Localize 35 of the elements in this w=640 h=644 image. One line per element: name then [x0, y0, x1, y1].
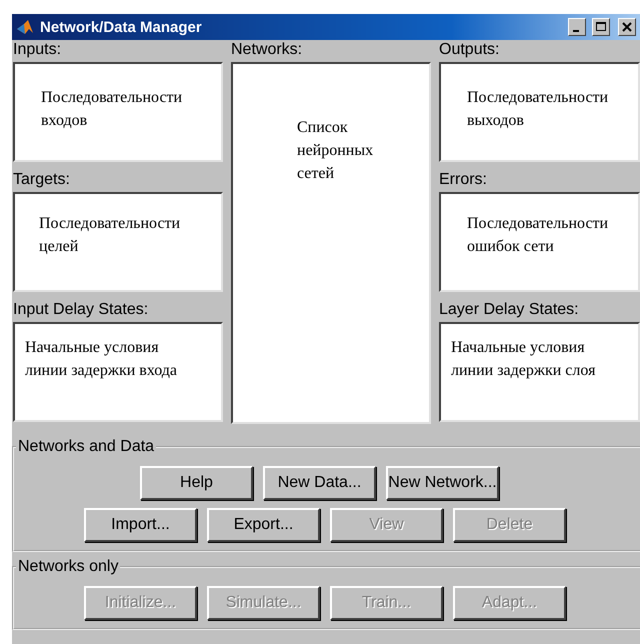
list-text: Последовательности ошибок сети [467, 215, 608, 255]
action-button[interactable]: Export... [207, 508, 320, 542]
list-text: Список нейронных сетей [297, 119, 374, 182]
list-label: Input Delay States: [13, 300, 150, 320]
list-text: Начальные условия линии задержки входа [25, 339, 178, 379]
list-box[interactable]: Начальные условия линии задержки входа [13, 322, 223, 422]
action-button[interactable]: New Network... [386, 466, 499, 500]
close-button[interactable] [618, 18, 636, 36]
list-label: Outputs: [439, 40, 500, 60]
action-button[interactable]: Help [140, 466, 253, 500]
list-box[interactable]: Последовательности входов [13, 62, 223, 162]
list-text: Последовательности целей [39, 215, 180, 255]
minimize-button[interactable] [568, 18, 586, 36]
group-title: Networks only [17, 558, 120, 576]
list-box[interactable]: Последовательности выходов [439, 62, 640, 162]
list-text: Последовательности входов [41, 89, 182, 129]
list-box[interactable]: Начальные условия линии задержки слоя [439, 322, 640, 422]
list-label: Layer Delay States: [439, 300, 580, 320]
list-box[interactable]: Последовательности целей [13, 192, 223, 292]
maximize-button[interactable] [592, 18, 610, 36]
list-box[interactable]: Последовательности ошибок сети [439, 192, 640, 292]
list-label: Errors: [439, 170, 488, 190]
list-label: Inputs: [13, 40, 62, 60]
list-text: Последовательности выходов [467, 89, 608, 129]
group-title: Networks and Data [17, 438, 156, 456]
list-label: Networks: [231, 40, 304, 60]
minimize-icon [572, 30, 578, 32]
list-label: Targets: [13, 170, 71, 190]
action-button[interactable]: Import... [84, 508, 197, 542]
window-title: Network/Data Manager [40, 18, 203, 36]
close-icon [622, 22, 632, 32]
list-text: Начальные условия линии задержки слоя [451, 339, 596, 379]
maximize-icon [596, 22, 606, 32]
action-button[interactable]: New Data... [263, 466, 376, 500]
list-box[interactable]: Список нейронных сетей [231, 62, 431, 424]
